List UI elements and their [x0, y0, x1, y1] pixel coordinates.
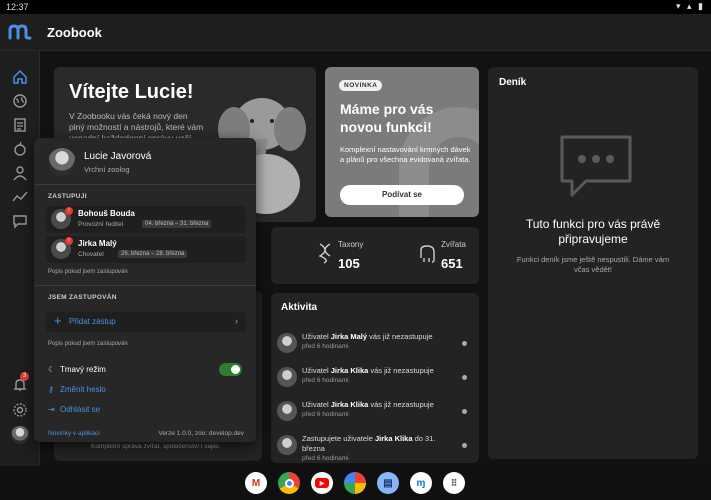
trend-icon[interactable] [10, 187, 30, 207]
stat-label: Taxony [338, 240, 364, 249]
logout-label: Odhlásit se [60, 405, 101, 414]
welcome-title: Vítejte Lucie! [69, 81, 194, 103]
activity-avatar [277, 333, 297, 353]
alert-badge: ! [65, 207, 73, 215]
represent-row[interactable]: ! Bohouš Bouda Provozní ředitel 04. břez… [46, 206, 246, 233]
person-icon[interactable] [10, 163, 30, 183]
youtube-icon[interactable]: ▶ [311, 472, 333, 494]
zoobook-icon[interactable]: ɱ [410, 472, 432, 494]
diary-card: Deník Tuto funkci pro vás právě připravu… [488, 67, 698, 459]
represent-dates: 04. března – 31. března [142, 220, 212, 228]
chat-bubble-icon [560, 135, 632, 197]
moon-icon: ☾ [48, 365, 56, 374]
new-feature-card: NOVINKA Máme pro vás novou funkci! Kompl… [325, 67, 479, 217]
represent-note: Popis pokud jsem zastupován [48, 269, 128, 275]
dark-mode-toggle[interactable] [219, 363, 242, 376]
app-top-bar: Zoobook [0, 14, 711, 51]
news-link[interactable]: Novinky v aplikaci [48, 430, 100, 437]
chevron-right-icon: › [235, 316, 238, 326]
activity-avatar [277, 367, 297, 387]
activity-text: Uživatel Jirka Malý vás již nezastupuje p… [302, 332, 433, 350]
activity-item[interactable]: Uživatel Jirka Klika vás již nezastupuje… [277, 399, 473, 427]
apps-icon[interactable]: ⠿ [443, 472, 465, 494]
key-icon: ⚷ [48, 385, 54, 394]
user-avatar[interactable] [10, 425, 30, 445]
new-feature-title: Máme pro vás novou funkci! [340, 101, 434, 135]
diary-headline: Tuto funkci pro vás právě připravujeme [525, 217, 661, 246]
photos-icon[interactable] [344, 472, 366, 494]
represented-note: Popis pokud jsem zastupován [48, 341, 128, 347]
settings-gear-icon[interactable] [10, 400, 30, 420]
toggle-knob [231, 365, 240, 374]
profile-role: Vrchní zoolog [84, 165, 130, 174]
dark-mode-row: ☾ Tmavý režim [48, 365, 106, 374]
activity-item[interactable]: Zastupujete uživatele Jirka Klika do 31.… [277, 433, 473, 462]
chrome-icon[interactable] [278, 472, 300, 494]
activity-item[interactable]: Uživatel Jirka Klika vás již nezastupuje… [277, 365, 473, 393]
profile-popup: Lucie Javorová Vrchní zoolog ZASTUPUJI !… [34, 138, 256, 442]
new-badge: NOVINKA [339, 80, 383, 91]
unread-dot [462, 375, 467, 380]
represent-heading: ZASTUPUJI [48, 193, 87, 200]
activity-avatar [277, 435, 297, 455]
gmail-icon[interactable]: M [245, 472, 267, 494]
logout-icon: ⇥ [48, 405, 55, 414]
stat-value: 105 [338, 256, 360, 271]
plus-icon: + [54, 313, 62, 328]
unread-dot [462, 409, 467, 414]
app-title: Zoobook [47, 25, 102, 40]
activity-avatar [277, 401, 297, 421]
represent-role: Chovatel [78, 251, 104, 258]
activity-text: Zastupujete uživatele Jirka Klika do 31.… [302, 434, 436, 462]
zoobook-logo-icon[interactable] [8, 24, 32, 40]
status-bar: 12:37 ▾ ▴ ▮ [0, 0, 711, 14]
chat-icon[interactable] [10, 211, 30, 231]
dna-icon [318, 243, 331, 264]
dark-mode-label: Tmavý režim [60, 365, 106, 374]
logout-link[interactable]: ⇥ Odhlásit se [48, 405, 100, 414]
elephant-icon [420, 245, 435, 263]
notification-bell-icon[interactable]: 3 [10, 372, 30, 395]
activity-text: Uživatel Jirka Klika vás již nezastupuje… [302, 400, 434, 418]
divider [34, 285, 256, 286]
profile-name: Lucie Javorová [84, 151, 152, 162]
activity-text: Uživatel Jirka Klika vás již nezastupuje… [302, 366, 434, 384]
version-text: Verze 1.0.0, zoo: develop.dev [158, 430, 244, 437]
home-icon[interactable] [10, 67, 30, 87]
stat-value: 651 [441, 256, 463, 271]
stat-label: Zvířata [441, 240, 466, 249]
background-card-text: Kompletní správa zvířat, společenství i … [91, 443, 220, 450]
unread-dot [462, 443, 467, 448]
stats-card: Taxony 105 Zvířata 651 [271, 227, 479, 284]
add-substitute-label: Přidat zástup [69, 317, 116, 326]
status-time: 12:37 [6, 2, 29, 12]
represent-role: Provozní ředitel [78, 221, 124, 228]
system-status-icons: ▾ ▴ ▮ [676, 1, 705, 11]
change-password-link[interactable]: ⚷ Změnit heslo [48, 385, 106, 394]
messages-icon[interactable]: ▤ [377, 472, 399, 494]
activity-item[interactable]: Uživatel Jirka Malý vás již nezastupuje p… [277, 331, 473, 359]
represent-name: Jirka Malý [78, 239, 117, 248]
diary-text: Funkci deník jsme ještě nespustili. Dáme… [516, 255, 670, 274]
add-substitute-button[interactable]: + Přidat zástup › [46, 312, 246, 332]
new-feature-text: Komplexní nastavování krmných dávek a pl… [340, 145, 471, 164]
diary-title: Deník [499, 77, 527, 88]
look-button[interactable]: Podívat se [340, 185, 464, 205]
android-taskbar: M ▶ ▤ ɱ ⠿ [0, 466, 711, 500]
change-password-label: Změnit heslo [60, 385, 106, 394]
alert-badge: ! [65, 237, 73, 245]
profile-avatar [48, 148, 76, 176]
globe-icon[interactable] [10, 91, 30, 111]
represent-dates: 26. března – 28. března [118, 250, 188, 258]
apple-icon[interactable] [10, 139, 30, 159]
activity-title: Aktivita [281, 302, 318, 313]
document-icon[interactable] [10, 115, 30, 135]
activity-card: Aktivita Uživatel Jirka Malý vás již nez… [271, 293, 479, 463]
represented-by-heading: JSEM ZASTUPOVÁN [48, 294, 117, 301]
unread-dot [462, 341, 467, 346]
notification-count-badge: 3 [20, 372, 29, 381]
represent-name: Bohouš Bouda [78, 209, 135, 218]
divider [34, 184, 256, 185]
represent-row[interactable]: ! Jirka Malý Chovatel 26. března – 28. b… [46, 236, 246, 263]
